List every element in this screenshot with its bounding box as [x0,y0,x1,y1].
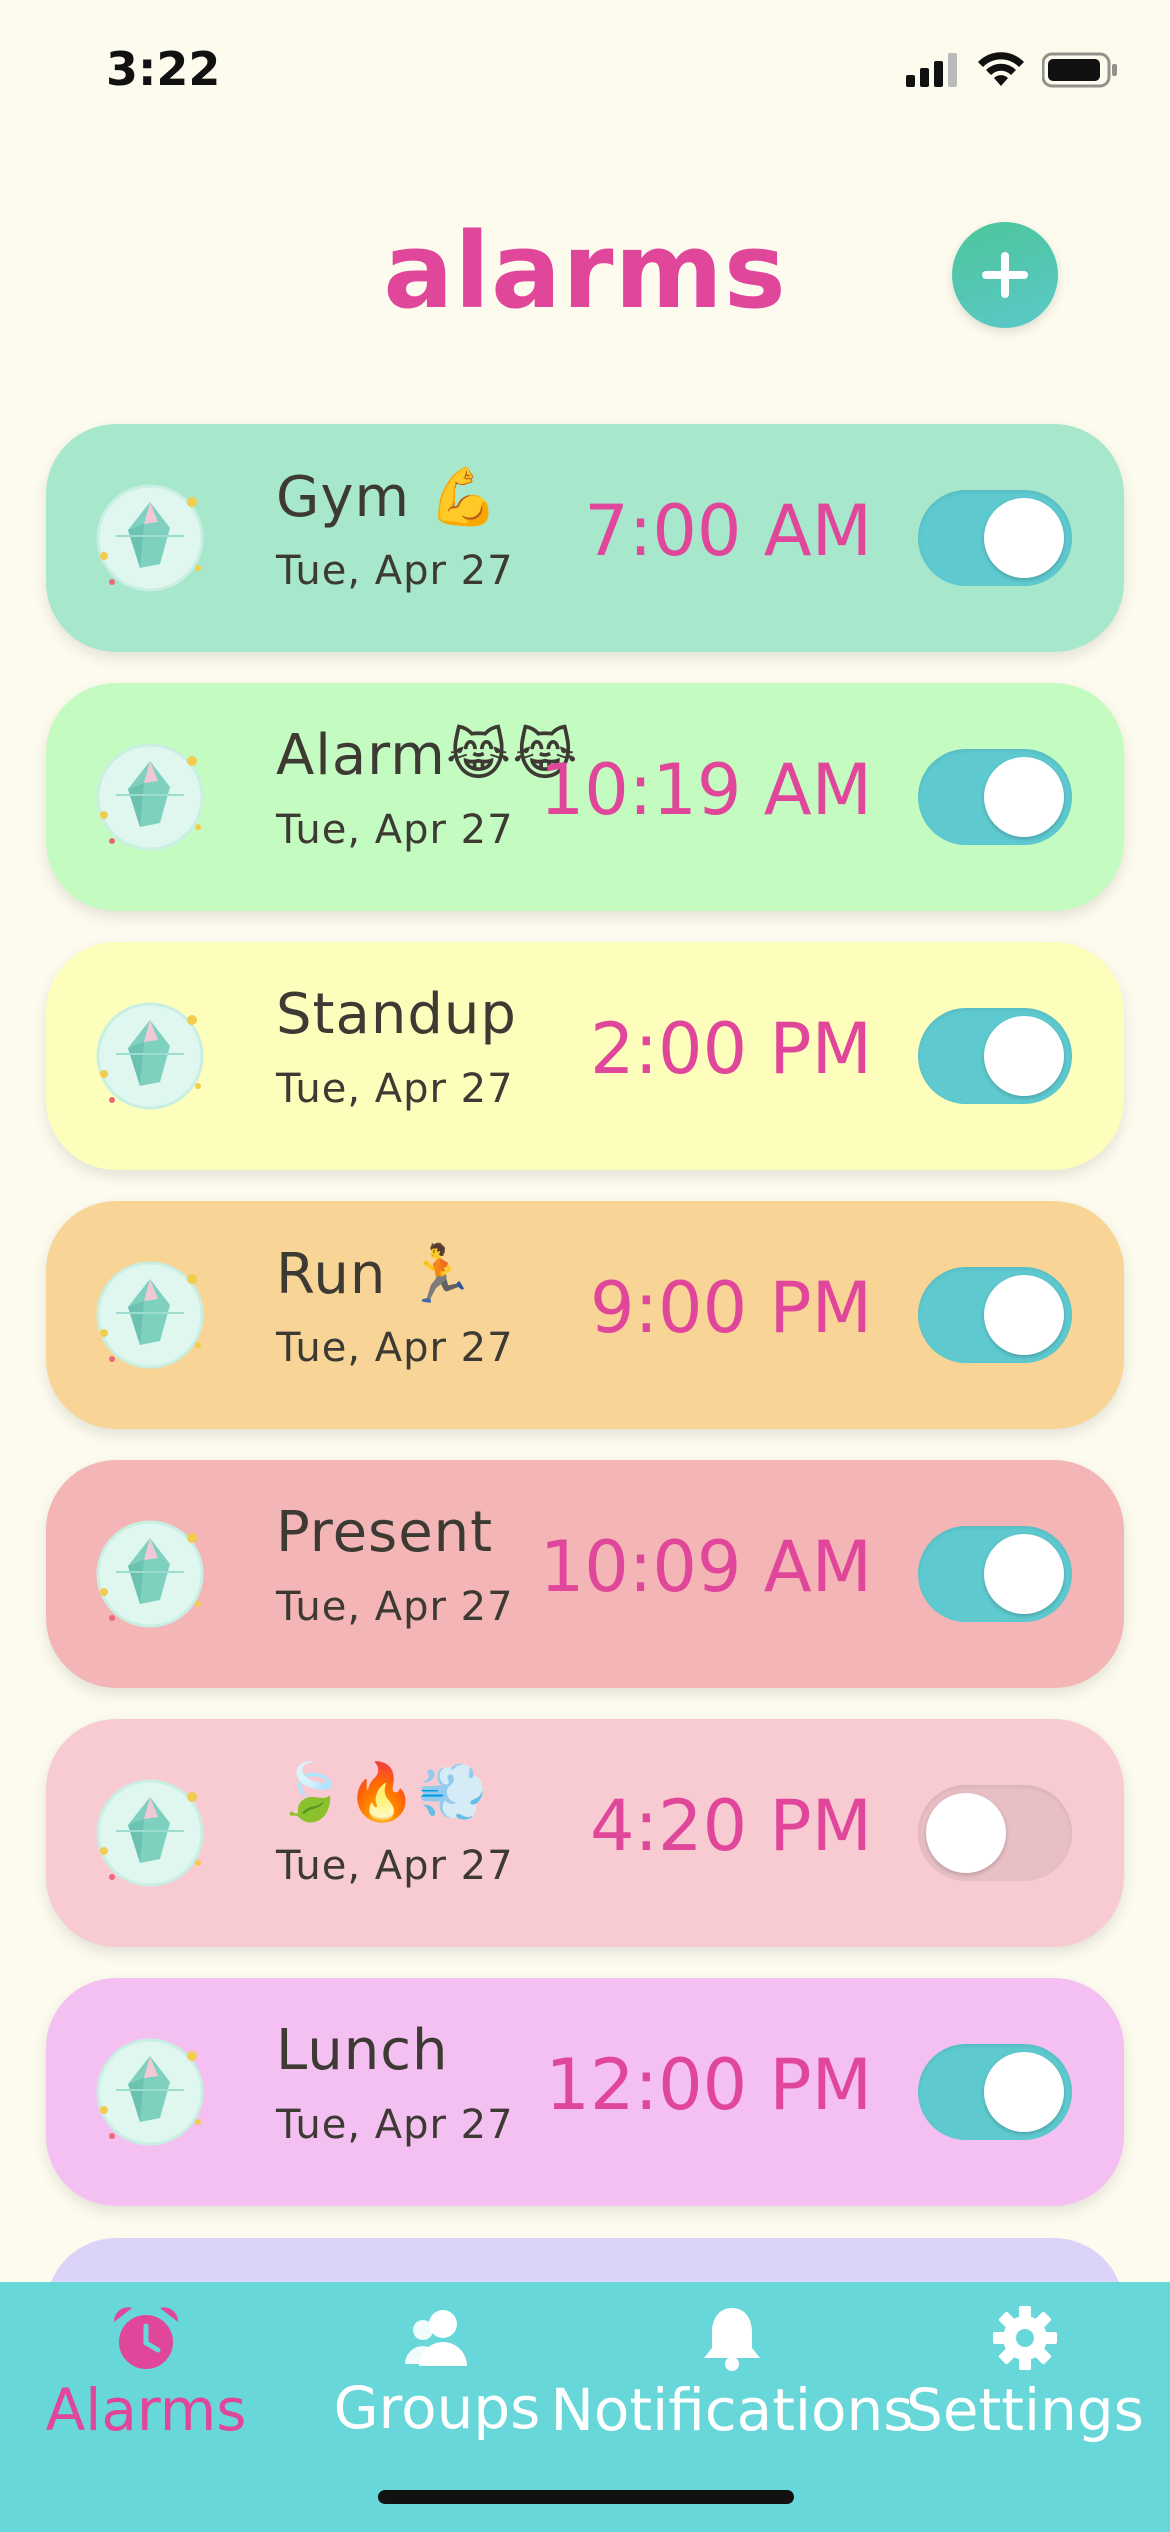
alarm-time: 2:00 PM [589,1008,872,1090]
home-indicator [378,2490,794,2504]
alarm-date: Tue, Apr 27 [276,1843,514,1889]
alarm-date: Tue, Apr 27 [276,1584,514,1630]
iceberg-icon [88,1771,212,1895]
alarm-card[interactable]: 🍃🔥💨 Tue, Apr 27 4:20 PM [46,1719,1124,1947]
iceberg-icon [88,1253,212,1377]
signal-icon [906,53,957,87]
toggle-knob [984,498,1064,578]
groups-icon [405,2310,467,2366]
alarm-time: 7:00 AM [584,490,872,572]
iceberg-icon [88,476,212,600]
tab-label-notifications: Notifications [550,2376,914,2444]
alarm-name: Standup [276,982,517,1047]
alarm-name: Gym 💪 [276,465,500,530]
toggle-knob [984,1275,1064,1355]
tab-settings[interactable]: Settings [906,2304,1144,2444]
alarm-name: Alarm😹😹 [276,723,579,788]
alarm-name: 🍃🔥💨 [276,1760,489,1825]
alarm-date: Tue, Apr 27 [276,1325,514,1371]
alarm-name: Present [276,1500,494,1565]
alarm-time: 12:00 PM [545,2044,872,2126]
alarm-name: Lunch [276,2018,449,2083]
alarm-date: Tue, Apr 27 [276,548,514,594]
alarm-time: 10:09 AM [539,1526,872,1608]
alarm-date: Tue, Apr 27 [276,2102,514,2148]
tab-label-groups: Groups [333,2374,541,2442]
iceberg-icon [88,994,212,1118]
tab-notifications[interactable]: Notifications [551,2304,914,2444]
battery-icon [1042,52,1117,88]
alarm-clock-icon [113,2307,179,2369]
alarm-date: Tue, Apr 27 [276,1066,514,1112]
alarm-toggle[interactable] [918,1526,1072,1622]
toggle-knob [926,1793,1006,1873]
alarm-card[interactable]: Lunch Tue, Apr 27 12:00 PM [46,1978,1124,2206]
alarms-screen: 3:22 alarms Gym 💪 Tue, Apr 27 7:00 AM Al… [0,0,1170,2532]
tab-label-alarms: Alarms [45,2376,247,2444]
toggle-knob [984,2052,1064,2132]
tab-alarms[interactable]: Alarms [46,2304,246,2444]
toggle-knob [984,757,1064,837]
toggle-knob [984,1534,1064,1614]
alarm-card[interactable]: Standup Tue, Apr 27 2:00 PM [46,942,1124,1170]
alarm-toggle[interactable] [918,1267,1072,1363]
status-time: 3:22 [106,42,221,96]
alarm-card[interactable]: Alarm😹😹 Tue, Apr 27 10:19 AM [46,683,1124,911]
alarm-time: 9:00 PM [589,1267,872,1349]
iceberg-icon [88,1512,212,1636]
add-alarm-button[interactable] [952,222,1058,328]
alarm-toggle[interactable] [918,490,1072,586]
wifi-icon [978,52,1024,86]
alarm-card[interactable]: Gym 💪 Tue, Apr 27 7:00 AM [46,424,1124,652]
iceberg-icon [88,735,212,859]
alarm-card[interactable]: Run 🏃 Tue, Apr 27 9:00 PM [46,1201,1124,1429]
alarm-toggle[interactable] [918,1785,1072,1881]
alarm-time: 4:20 PM [589,1785,872,1867]
alarm-name: Run 🏃 [276,1242,476,1307]
alarm-toggle[interactable] [918,2044,1072,2140]
alarm-list: Gym 💪 Tue, Apr 27 7:00 AM Alarm😹😹 Tue, Apr … [46,424,1124,2237]
status-icons [906,52,1118,88]
alarm-card[interactable]: Present Tue, Apr 27 10:09 AM [46,1460,1124,1688]
tab-label-settings: Settings [906,2376,1144,2444]
alarm-toggle[interactable] [918,1008,1072,1104]
toggle-knob [984,1016,1064,1096]
gear-icon [993,2306,1057,2370]
alarm-date: Tue, Apr 27 [276,807,514,853]
plus-icon [982,252,1028,298]
tab-groups[interactable]: Groups [332,2304,542,2442]
alarm-time: 10:19 AM [539,749,872,831]
alarm-toggle[interactable] [918,749,1072,845]
iceberg-icon [88,2030,212,2154]
bell-icon [704,2308,760,2371]
